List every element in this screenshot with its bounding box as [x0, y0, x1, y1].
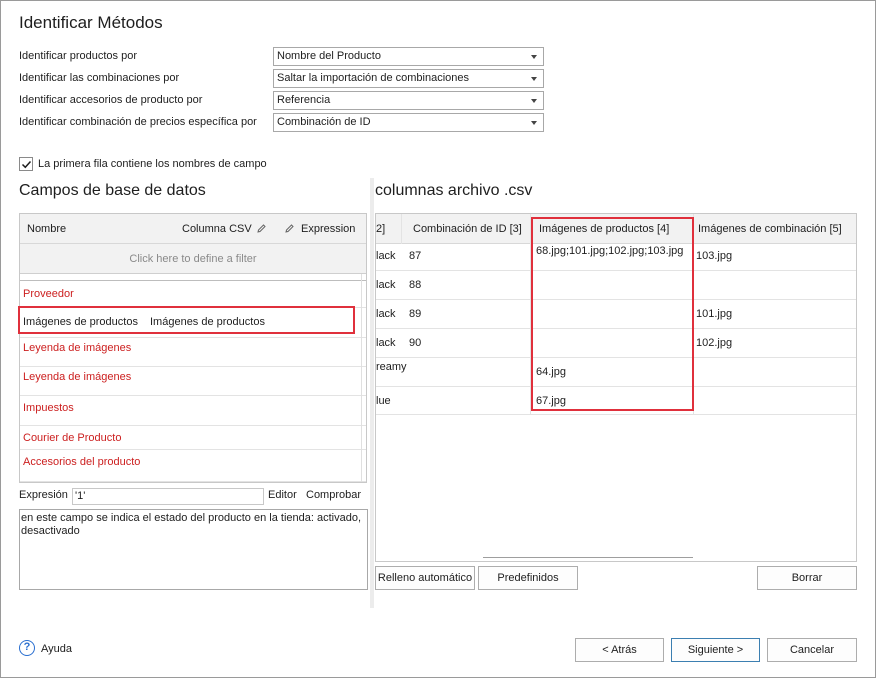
csv-column-header[interactable]: Imágenes de productos [4]: [539, 223, 669, 235]
grid-filter-row[interactable]: Click here to define a filter: [20, 244, 366, 274]
combinations-identify-value: Saltar la importación de combinaciones: [277, 72, 469, 84]
csv-column-header[interactable]: Combinación de ID [3]: [413, 223, 522, 235]
column-header-csv[interactable]: Columna CSV: [182, 223, 252, 235]
csv-columns-grid: 2] Combinación de ID [3] Imágenes de pro…: [375, 213, 857, 562]
field-csv-column: Imágenes de productos: [150, 316, 265, 328]
table-cell[interactable]: lue: [376, 395, 391, 407]
table-row[interactable]: Leyenda de imágenes: [20, 367, 366, 396]
chevron-down-icon: [531, 77, 537, 81]
csv-column-header[interactable]: 2]: [376, 223, 385, 235]
csv-columns-title: columnas archivo .csv: [375, 182, 533, 199]
pencil-icon[interactable]: [284, 223, 295, 234]
row-divider: [376, 270, 856, 271]
table-cell[interactable]: 88: [409, 279, 421, 291]
first-row-headers-checkbox[interactable]: [19, 157, 33, 171]
column-header-nombre[interactable]: Nombre: [27, 223, 66, 235]
row-divider: [376, 299, 856, 300]
pencil-icon[interactable]: [256, 223, 267, 234]
table-row[interactable]: Courier de Producto: [20, 426, 366, 450]
horizontal-scrollbar[interactable]: [483, 557, 693, 558]
cancel-button[interactable]: Cancelar: [767, 638, 857, 662]
row-divider: [376, 328, 856, 329]
table-cell[interactable]: 68.jpg;101.jpg;102.jpg;103.jpg: [536, 245, 683, 257]
row-divider: [376, 357, 856, 358]
table-cell[interactable]: 102.jpg: [696, 337, 732, 349]
specific-price-identify-select[interactable]: Combinación de ID: [273, 113, 544, 132]
field-name: Leyenda de imágenes: [23, 371, 132, 383]
table-cell[interactable]: reamy: [376, 361, 407, 373]
next-button[interactable]: Siguiente >: [671, 638, 760, 662]
editor-link[interactable]: Editor: [268, 489, 297, 501]
accessories-identify-value: Referencia: [277, 94, 331, 106]
help-link[interactable]: Ayuda: [41, 643, 72, 655]
table-row[interactable]: Leyenda de imágenes: [20, 338, 366, 367]
field-name: Courier de Producto: [23, 432, 122, 444]
table-cell[interactable]: lack: [376, 250, 396, 262]
table-row[interactable]: Impuestos: [20, 396, 366, 426]
description-textarea[interactable]: en este campo se indica el estado del pr…: [19, 509, 368, 590]
panel-splitter[interactable]: [370, 178, 374, 608]
table-cell[interactable]: 87: [409, 250, 421, 262]
table-cell[interactable]: lack: [376, 308, 396, 320]
field-name: Imágenes de productos: [23, 316, 138, 328]
page-title: Identificar Métodos: [19, 13, 163, 32]
products-identify-value: Nombre del Producto: [277, 50, 381, 62]
column-header-expression[interactable]: Expression: [301, 223, 355, 235]
database-fields-grid: Nombre Columna CSV Expression Click here…: [19, 213, 367, 483]
column-divider: [530, 214, 531, 414]
table-cell[interactable]: 101.jpg: [696, 308, 732, 320]
table-cell[interactable]: 89: [409, 308, 421, 320]
autofill-button[interactable]: Relleno automático: [375, 566, 475, 590]
field-label-products: Identificar productos por: [19, 50, 138, 62]
specific-price-identify-value: Combinación de ID: [277, 116, 371, 128]
table-cell[interactable]: lack: [376, 279, 396, 291]
table-cell[interactable]: lack: [376, 337, 396, 349]
back-button[interactable]: < Atrás: [575, 638, 664, 662]
table-cell[interactable]: 64.jpg: [536, 366, 566, 378]
table-row[interactable]: Proveedor: [20, 284, 366, 308]
predefined-button[interactable]: Predefinidos: [478, 566, 578, 590]
table-row[interactable]: Imágenes de productos Imágenes de produc…: [20, 308, 366, 338]
row-divider: [376, 414, 856, 415]
field-name: Impuestos: [23, 402, 74, 414]
field-label-specific-price: Identificar combinación de precios espec…: [19, 116, 257, 128]
grid-scroll-divider: [361, 274, 362, 482]
chevron-down-icon: [531, 55, 537, 59]
field-name: Leyenda de imágenes: [23, 342, 132, 354]
delete-button[interactable]: Borrar: [757, 566, 857, 590]
field-label-combinations: Identificar las combinaciones por: [19, 72, 180, 84]
database-fields-title: Campos de base de datos: [19, 182, 206, 199]
csv-column-header[interactable]: Imágenes de combinación [5]: [698, 223, 842, 235]
first-row-headers-label: La primera fila contiene los nombres de …: [38, 158, 267, 170]
expression-label: Expresión: [19, 489, 68, 501]
combinations-identify-select[interactable]: Saltar la importación de combinaciones: [273, 69, 544, 88]
field-label-accessories: Identificar accesorios de producto por: [19, 94, 203, 106]
chevron-down-icon: [531, 121, 537, 125]
help-icon[interactable]: ?: [19, 640, 35, 656]
field-name: Proveedor: [23, 288, 74, 300]
column-divider: [693, 214, 694, 414]
accessories-identify-select[interactable]: Referencia: [273, 91, 544, 110]
table-cell[interactable]: 90: [409, 337, 421, 349]
check-link[interactable]: Comprobar: [306, 489, 361, 501]
expression-input[interactable]: '1': [72, 488, 264, 505]
grid-header: 2] Combinación de ID [3] Imágenes de pro…: [376, 214, 856, 244]
field-name: Accesorios del producto: [23, 456, 141, 468]
table-cell[interactable]: 67.jpg: [536, 395, 566, 407]
products-identify-select[interactable]: Nombre del Producto: [273, 47, 544, 66]
table-cell[interactable]: 103.jpg: [696, 250, 732, 262]
table-row[interactable]: Accesorios del producto: [20, 450, 366, 482]
row-divider: [376, 386, 856, 387]
grid-header: Nombre Columna CSV Expression: [20, 214, 366, 244]
column-divider: [401, 214, 402, 244]
chevron-down-icon: [531, 99, 537, 103]
check-icon: [21, 160, 32, 169]
grid-divider: [20, 280, 366, 281]
